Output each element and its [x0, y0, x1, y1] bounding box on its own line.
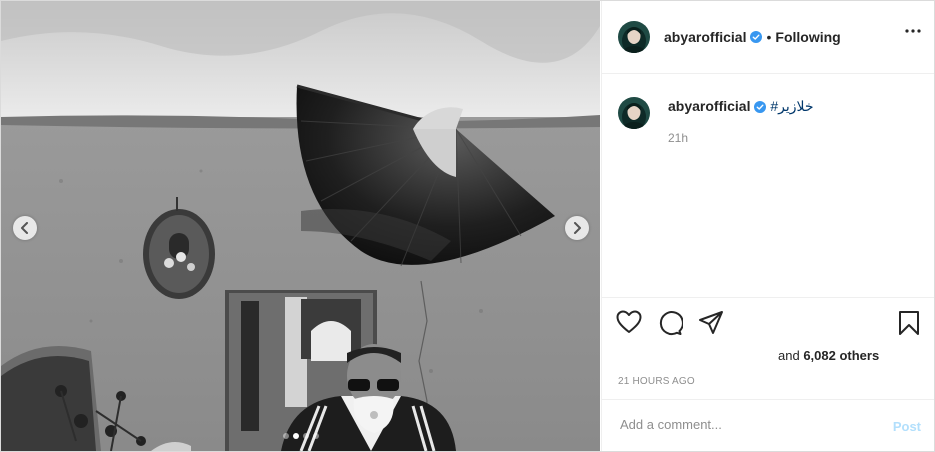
- add-comment-section: Post: [602, 399, 934, 451]
- post-modal: abyarofficial • Following abyarofficial …: [0, 0, 935, 452]
- likes-others[interactable]: 6,082 others: [803, 348, 879, 363]
- caption: abyarofficial #خلازیر: [618, 97, 814, 129]
- caption-hashtag[interactable]: #خلازیر: [770, 98, 813, 114]
- caption-username[interactable]: abyarofficial: [668, 98, 750, 114]
- following-button[interactable]: Following: [775, 29, 840, 45]
- carousel-dot-active: [292, 433, 299, 439]
- comment-input[interactable]: [618, 416, 872, 433]
- post-timestamp[interactable]: 21 HOURS AGO: [618, 376, 695, 387]
- verified-badge-icon: [754, 101, 767, 113]
- share-icon[interactable]: [698, 310, 724, 336]
- previous-slide-button[interactable]: [13, 216, 37, 240]
- header-username[interactable]: abyarofficial: [664, 29, 746, 45]
- carousel-dot: [302, 433, 309, 439]
- verified-badge-icon: [750, 31, 763, 43]
- carousel-dot: [312, 433, 319, 439]
- carousel-dot: [282, 433, 289, 439]
- caption-time[interactable]: 21h: [668, 131, 688, 145]
- carousel-indicator: [1, 433, 600, 439]
- avatar-image: [618, 21, 650, 53]
- avatar-image: [618, 97, 650, 129]
- action-bar: [602, 297, 934, 348]
- chevron-right-icon: [574, 222, 581, 234]
- header-separator: •: [766, 29, 772, 45]
- avatar[interactable]: [618, 21, 650, 53]
- comment-icon[interactable]: [657, 310, 683, 336]
- likes-count[interactable]: and 6,082 others: [778, 348, 879, 363]
- post-media[interactable]: [1, 1, 600, 451]
- post-sidebar: abyarofficial • Following abyarofficial …: [601, 1, 934, 451]
- caption-text-block: abyarofficial #خلازیر: [668, 96, 814, 129]
- chevron-left-icon: [21, 222, 28, 234]
- next-slide-button[interactable]: [565, 216, 589, 240]
- caption-avatar[interactable]: [618, 97, 650, 129]
- more-options-icon[interactable]: [905, 29, 921, 33]
- post-header: abyarofficial • Following: [602, 1, 934, 74]
- comments-section: abyarofficial #خلازیر 21h: [602, 74, 934, 296]
- post-comment-button[interactable]: Post: [893, 419, 921, 434]
- bookmark-icon[interactable]: [898, 310, 920, 336]
- heart-icon[interactable]: [616, 310, 642, 334]
- post-photo: [1, 1, 600, 451]
- likes-prefix: and: [778, 348, 804, 363]
